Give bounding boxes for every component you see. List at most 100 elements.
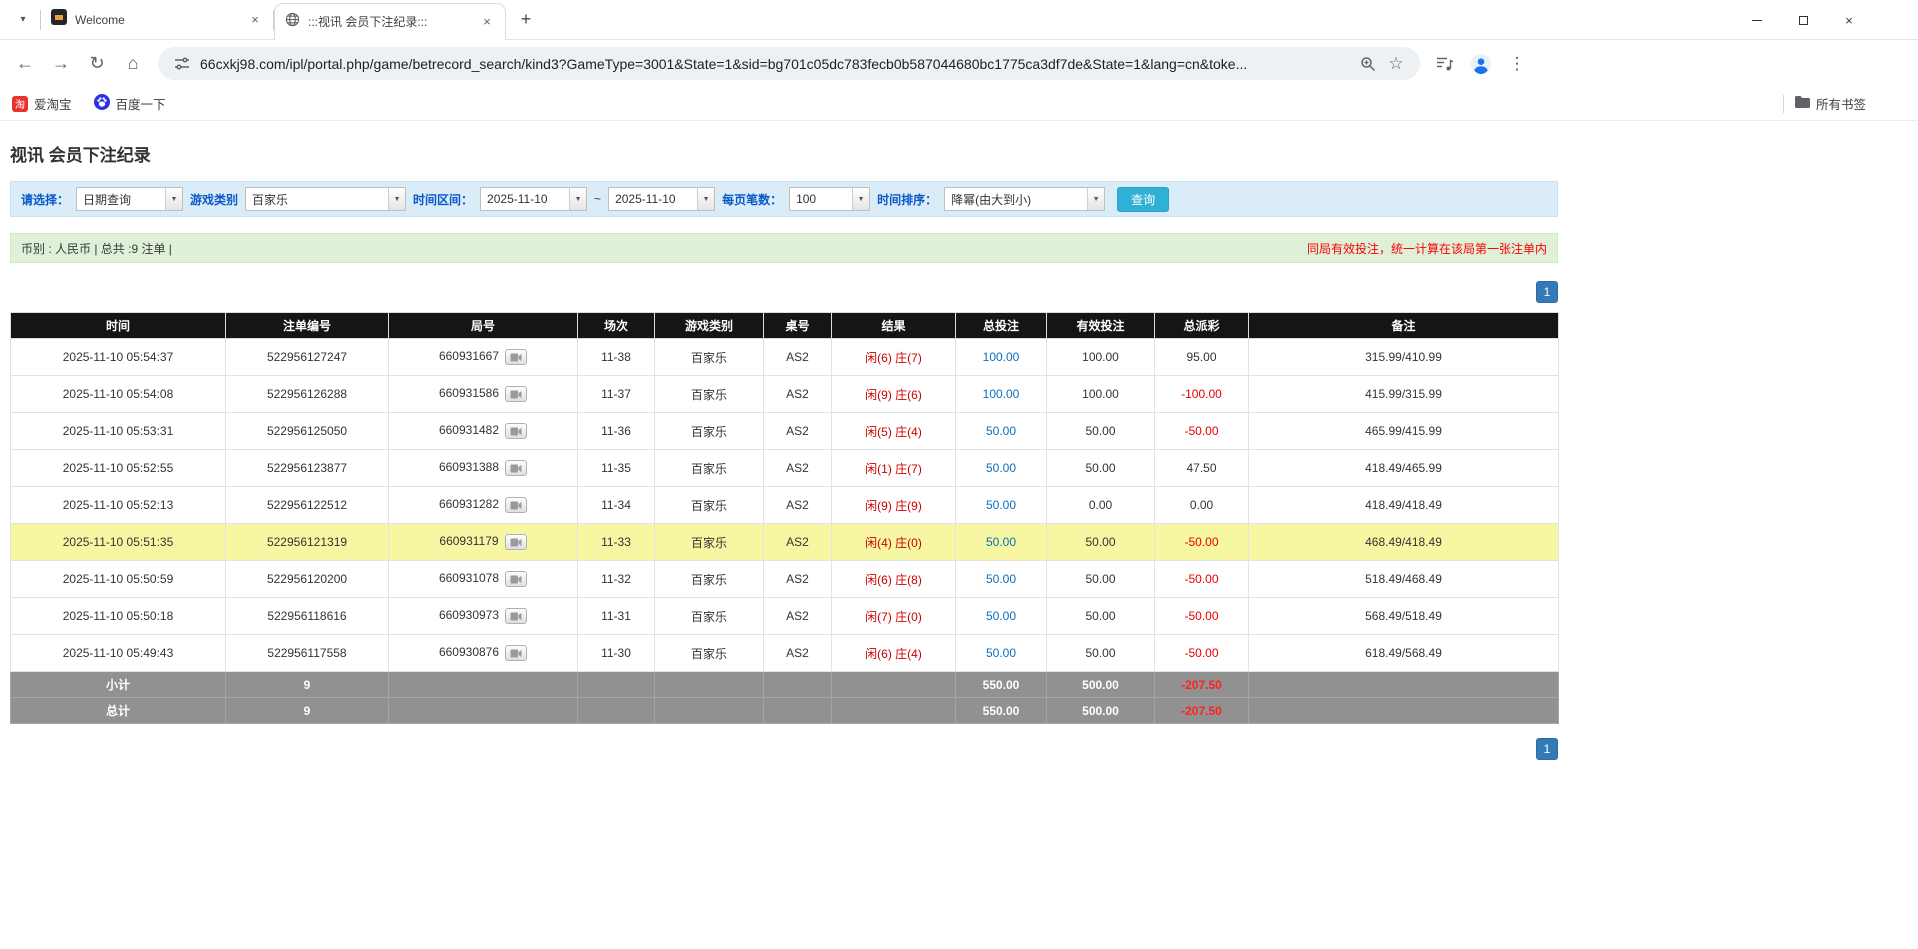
column-header: 有效投注 [1047,313,1155,339]
pagination-bottom: 1 [10,738,1558,760]
close-tab-icon[interactable]: × [479,14,495,30]
cell-bet-id: 522956121319 [226,524,389,561]
query-button[interactable]: 查询 [1117,187,1169,212]
game-type-input[interactable] [246,188,388,210]
cell-total-bet[interactable]: 50.00 [956,524,1047,561]
sort-input[interactable] [945,188,1087,210]
home-button[interactable]: ⌂ [116,47,150,81]
cell-total-bet[interactable]: 50.00 [956,487,1047,524]
chevron-down-icon[interactable]: ▼ [388,188,405,210]
cell-total-bet[interactable]: 50.00 [956,598,1047,635]
subtotal-row: 小计 9 550.00 500.00 -207.50 [11,672,1559,698]
cell-session: 11-34 [578,487,655,524]
sort-combobox[interactable]: ▼ [944,187,1105,211]
cell-valid-bet: 50.00 [1047,524,1155,561]
summary-bar: 币别 : 人民币 | 总共 :9 注单 | 同局有效投注，统一计算在该局第一张注… [10,233,1558,263]
date-from-input[interactable] [481,188,569,210]
forward-button[interactable]: → [44,47,78,81]
cell-valid-bet: 50.00 [1047,635,1155,672]
video-replay-icon[interactable] [505,571,527,587]
cell-total-bet[interactable]: 50.00 [956,450,1047,487]
browser-menu-icon[interactable]: ⋮ [1500,47,1534,81]
game-type-combobox[interactable]: ▼ [245,187,406,211]
media-controls-icon[interactable] [1428,47,1462,81]
page-1-button[interactable]: 1 [1536,281,1558,303]
maximize-button[interactable] [1780,0,1826,40]
cell-remark: 618.49/568.49 [1249,635,1559,672]
video-replay-icon[interactable] [505,349,527,365]
chevron-down-icon[interactable]: ▼ [569,188,586,210]
site-settings-icon[interactable] [170,52,194,76]
cell-total-bet[interactable]: 50.00 [956,635,1047,672]
refresh-button[interactable]: ↻ [80,47,114,81]
subtotal-label: 小计 [11,672,226,698]
cell-result: 闲(4) 庄(0) [832,524,956,561]
column-header: 结果 [832,313,956,339]
cell-game-type: 百家乐 [655,635,764,672]
minimize-button[interactable] [1734,0,1780,40]
tab-welcome[interactable]: Welcome × [41,0,273,40]
cell-total-bet[interactable]: 50.00 [956,413,1047,450]
result-player: 闲(7) [865,610,892,624]
cell-total-bet[interactable]: 100.00 [956,339,1047,376]
column-header: 场次 [578,313,655,339]
table-header-row: 时间注单编号局号场次游戏类别桌号结果总投注有效投注总派彩备注 [11,313,1559,339]
url-text[interactable]: 66cxkj98.com/ipl/portal.php/game/betreco… [200,56,1356,72]
close-tab-icon[interactable]: × [247,12,263,28]
chevron-down-icon[interactable]: ▼ [1087,188,1104,210]
taobao-icon: 淘 [12,96,28,112]
bookmark-taobao[interactable]: 淘 爱淘宝 [12,94,72,113]
bookmark-star-icon[interactable]: ☆ [1384,52,1408,76]
date-from-combobox[interactable]: ▼ [480,187,587,211]
video-replay-icon[interactable] [505,608,527,624]
tab-betrecord[interactable]: :::视讯 会员下注纪录::: × [274,3,506,40]
date-to-combobox[interactable]: ▼ [608,187,715,211]
bookmark-baidu[interactable]: 百度一下 [94,94,166,113]
address-bar[interactable]: 66cxkj98.com/ipl/portal.php/game/betreco… [158,47,1420,80]
cell-session: 11-37 [578,376,655,413]
profile-avatar[interactable] [1464,47,1498,81]
zoom-icon[interactable] [1356,52,1380,76]
cell-remark: 465.99/415.99 [1249,413,1559,450]
page-size-combobox[interactable]: ▼ [789,187,870,211]
cell-valid-bet: 50.00 [1047,450,1155,487]
grand-total-total-bet: 550.00 [956,698,1047,724]
video-replay-icon[interactable] [505,460,527,476]
chevron-down-icon[interactable]: ▼ [697,188,714,210]
cell-bet-id: 522956122512 [226,487,389,524]
video-replay-icon[interactable] [505,534,527,550]
cell-round: 660931078 [389,561,578,598]
query-type-combobox[interactable]: ▼ [76,187,183,211]
cell-remark: 415.99/315.99 [1249,376,1559,413]
date-to-input[interactable] [609,188,697,210]
cell-total-bet[interactable]: 50.00 [956,561,1047,598]
chevron-down-icon[interactable]: ▼ [165,188,182,210]
round-id: 660931078 [439,571,499,585]
back-button[interactable]: ← [8,47,42,81]
cell-total-bet[interactable]: 100.00 [956,376,1047,413]
subtotal-count: 9 [226,672,389,698]
tab-list-chevron-icon[interactable]: ▾ [10,7,36,33]
all-bookmarks-button[interactable]: 所有书签 [1794,94,1866,113]
page-size-input[interactable] [790,188,852,210]
video-replay-icon[interactable] [505,386,527,402]
all-bookmarks-label: 所有书签 [1816,94,1866,113]
cell-result: 闲(7) 庄(0) [832,598,956,635]
cell-round: 660930876 [389,635,578,672]
cell-result: 闲(9) 庄(6) [832,376,956,413]
page-1-button[interactable]: 1 [1536,738,1558,760]
cell-game-type: 百家乐 [655,450,764,487]
cell-bet-id: 522956127247 [226,339,389,376]
video-replay-icon[interactable] [505,497,527,513]
browser-toolbar: ← → ↻ ⌂ 66cxkj98.com/ipl/portal.php/game… [0,40,1918,87]
chevron-down-icon[interactable]: ▼ [852,188,869,210]
query-type-input[interactable] [77,188,165,210]
cell-bet-id: 522956118616 [226,598,389,635]
video-replay-icon[interactable] [505,645,527,661]
bookmarks-bar: 淘 爱淘宝 百度一下 所有书签 [0,87,1918,121]
maximize-icon [1799,16,1808,25]
close-button[interactable]: × [1826,0,1872,40]
video-replay-icon[interactable] [505,423,527,439]
select-label: 请选择： [21,191,69,208]
new-tab-button[interactable]: + [512,6,540,34]
